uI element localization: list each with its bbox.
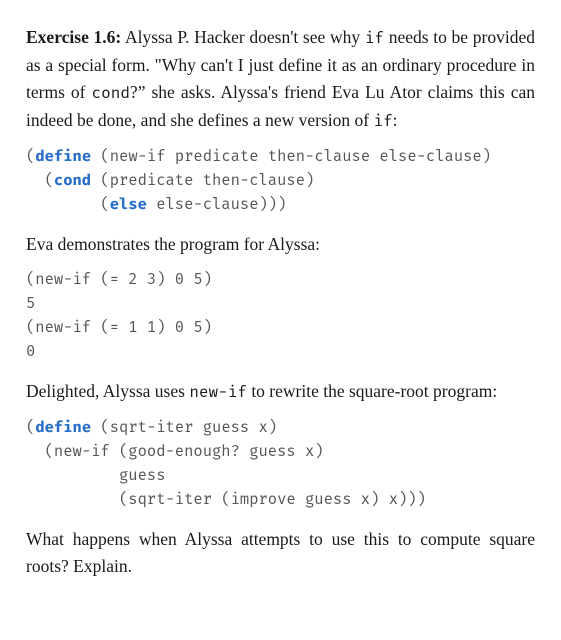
- text: Delighted, Alyssa uses: [26, 381, 189, 401]
- inline-code-if: if: [373, 112, 392, 131]
- inline-code-cond: cond: [92, 84, 130, 103]
- exercise-intro: Exercise 1.6: Alyssa P. Hacker doesn't s…: [26, 24, 535, 135]
- inline-code-new-if: new-if: [189, 383, 247, 402]
- exercise-label: Exercise 1.6:: [26, 27, 121, 47]
- paragraph-demo: Eva demonstrates the program for Alyssa:: [26, 231, 535, 258]
- text: to rewrite the square-root program:: [247, 381, 497, 401]
- text: :: [393, 110, 398, 130]
- inline-code-if: if: [365, 29, 384, 48]
- paragraph-delighted: Delighted, Alyssa uses new-if to rewrite…: [26, 378, 535, 406]
- paragraph-question: What happens when Alyssa attempts to use…: [26, 526, 535, 580]
- code-block-new-if-define: (define (new-if predicate then-clause el…: [26, 145, 535, 217]
- code-block-demo: (new-if (= 2 3) 0 5) 5 (new-if (= 1 1) 0…: [26, 268, 535, 364]
- text: Alyssa P. Hacker doesn't see why: [121, 27, 365, 47]
- code-block-sqrt-iter: (define (sqrt-iter guess x) (new-if (goo…: [26, 416, 535, 512]
